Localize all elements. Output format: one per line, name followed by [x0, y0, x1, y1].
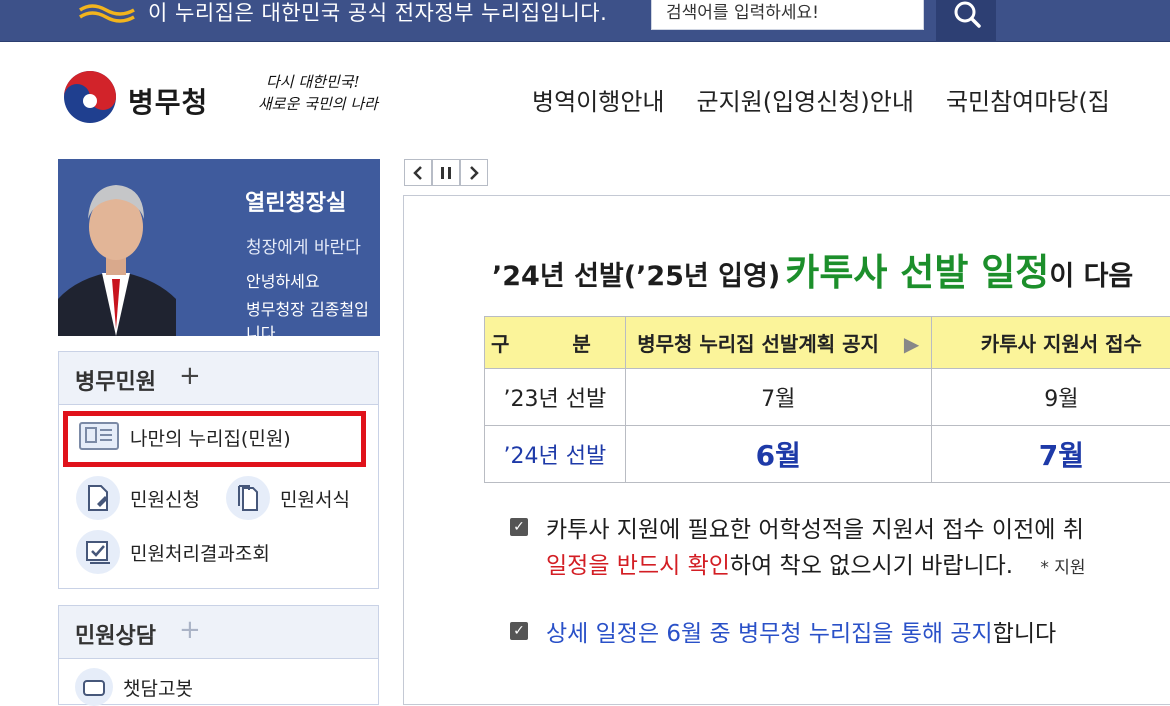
consultation-panel: 민원상담 + 챗담고봇 — [58, 605, 379, 705]
expand-plus-icon[interactable]: + — [179, 616, 201, 644]
panel-header[interactable]: 민원상담 + — [59, 606, 378, 659]
note-1: ✓ 카투사 지원에 필요한 어학성적을 지원서 접수 이전에 취 일정을 반드시… — [510, 512, 1086, 586]
pause-button[interactable] — [432, 159, 460, 186]
commissioner-banner[interactable]: 열린청장실 청장에게 바란다 안녕하세요 병무청장 김종철입니다 — [58, 159, 380, 336]
header-announce: 병무청 누리집 선발계획 공지 ▶ — [625, 317, 931, 369]
cell-value: 7월 — [625, 369, 931, 426]
menu-label: 민원서식 — [280, 485, 350, 512]
slogan-line1: 다시 대한민국! — [266, 71, 360, 92]
forms-icon — [226, 476, 270, 520]
search-placeholder: 검색어를 입력하세요! — [666, 1, 819, 25]
cell-value: 7월 — [931, 426, 1170, 483]
panel-header[interactable]: 병무민원 + — [59, 352, 378, 405]
row-label: ’23년 선발 — [485, 369, 626, 426]
result-check-icon — [76, 530, 120, 574]
slogan: 다시 대한민국! 새로운 국민의 나라 — [256, 71, 396, 133]
taegeuk-logo-icon — [62, 69, 118, 125]
menu-label: 챗담고봇 — [123, 674, 193, 701]
site-header: 병무청 다시 대한민국! 새로운 국민의 나라 병역이행안내 군지원(입영신청)… — [0, 43, 1170, 148]
headline-main: 카투사 선발 일정 — [785, 251, 1049, 294]
menu-forms[interactable]: 민원서식 — [226, 476, 350, 520]
menu-result-lookup[interactable]: 민원처리결과조회 — [76, 530, 270, 574]
note-1-rest: 하여 착오 없으시기 바랍니다. — [730, 553, 1013, 579]
nav-military-service[interactable]: 병역이행안내 — [532, 87, 664, 117]
cell-value: 9월 — [931, 369, 1170, 426]
highlight-box — [63, 411, 366, 467]
checkbox-icon: ✓ — [510, 518, 528, 536]
header-announce-label: 병무청 누리집 선발계획 공지 — [637, 332, 879, 356]
note-2-rest: 합니다 — [993, 621, 1056, 647]
ceo-greeting-1: 안녕하세요 — [246, 268, 320, 292]
slogan-line2: 새로운 국민의 나라 — [258, 93, 378, 114]
main-nav: 병역이행안내 군지원(입영신청)안내 국민참여마당(집 — [532, 87, 1142, 117]
chevron-right-icon — [468, 166, 480, 180]
commissioner-photo — [58, 159, 176, 336]
chevron-left-icon — [412, 166, 424, 180]
mma-logo[interactable]: 병무청 — [62, 69, 222, 129]
row-label: ’24년 선발 — [485, 426, 626, 483]
gov-banner: 이 누리집은 대한민국 공식 전자정부 누리집입니다. 검색어를 입력하세요! — [0, 0, 1170, 42]
menu-apply[interactable]: 민원신청 — [76, 476, 200, 520]
pause-icon — [440, 166, 452, 180]
slide-headline: ’24년 선발(’25년 입영) 카투사 선발 일정이 다음 — [492, 242, 1133, 296]
menu-label: 민원처리결과조회 — [130, 539, 270, 566]
notice-slide[interactable]: ’24년 선발(’25년 입영) 카투사 선발 일정이 다음 구 분 병무청 누… — [403, 195, 1170, 705]
cell-value: 6월 — [625, 426, 931, 483]
menu-label: 민원신청 — [130, 485, 200, 512]
expand-plus-icon[interactable]: + — [179, 362, 201, 390]
note-1-line1: 카투사 지원에 필요한 어학성적을 지원서 접수 이전에 취 — [546, 512, 1086, 548]
search-button[interactable] — [936, 0, 996, 42]
header-category: 구 분 — [485, 317, 626, 369]
prev-button[interactable] — [404, 159, 432, 186]
menu-chatbot[interactable]: 챗담고봇 — [75, 668, 193, 706]
ceo-subtitle: 청장에게 바란다 — [246, 233, 361, 258]
search-icon — [953, 0, 981, 28]
checkbox-icon: ✓ — [510, 622, 528, 640]
note-2-text: 상세 일정은 6월 중 병무청 누리집을 통해 공지합니다 — [546, 616, 1056, 652]
note-1-small: * 지원 — [1040, 558, 1085, 578]
panel-title: 민원상담 — [75, 618, 156, 650]
next-button[interactable] — [460, 159, 488, 186]
schedule-table: 구 분 병무청 누리집 선발계획 공지 ▶ 카투사 지원서 접수 ’23년 선발… — [484, 316, 1170, 483]
table-row: ’23년 선발 7월 9월 — [485, 369, 1170, 426]
chatbot-icon — [75, 668, 113, 706]
table-row: ’24년 선발 6월 7월 — [485, 426, 1170, 483]
search-input[interactable]: 검색어를 입력하세요! — [651, 0, 924, 30]
note-1-red: 일정을 반드시 확인 — [546, 553, 730, 579]
panel-title: 병무민원 — [75, 364, 156, 396]
header-application: 카투사 지원서 접수 — [931, 317, 1170, 369]
note-2-blue: 상세 일정은 6월 중 병무청 누리집을 통해 공지 — [546, 621, 993, 647]
nav-enlistment[interactable]: 군지원(입영신청)안내 — [696, 87, 913, 117]
egov-logo-icon — [78, 0, 136, 24]
headline-year: ’24년 선발(’25년 입영) — [492, 261, 780, 292]
nav-participation[interactable]: 국민참여마당(집 — [946, 87, 1110, 117]
headline-tail: 이 다음 — [1049, 261, 1133, 292]
ceo-greeting-2: 병무청장 김종철입니다 — [246, 296, 380, 336]
note-2: ✓ 상세 일정은 6월 중 병무청 누리집을 통해 공지합니다 — [510, 616, 1056, 652]
document-edit-icon — [76, 476, 120, 520]
gov-notice-text: 이 누리집은 대한민국 공식 전자정부 누리집입니다. — [148, 0, 607, 28]
note-1-line2: 일정을 반드시 확인하여 착오 없으시기 바랍니다. * 지원 — [546, 548, 1086, 586]
arrow-right-icon: ▶ — [904, 332, 919, 356]
ceo-title: 열린청장실 — [245, 185, 346, 217]
logo-text: 병무청 — [128, 81, 208, 121]
table-header-row: 구 분 병무청 누리집 선발계획 공지 ▶ 카투사 지원서 접수 — [485, 317, 1170, 369]
